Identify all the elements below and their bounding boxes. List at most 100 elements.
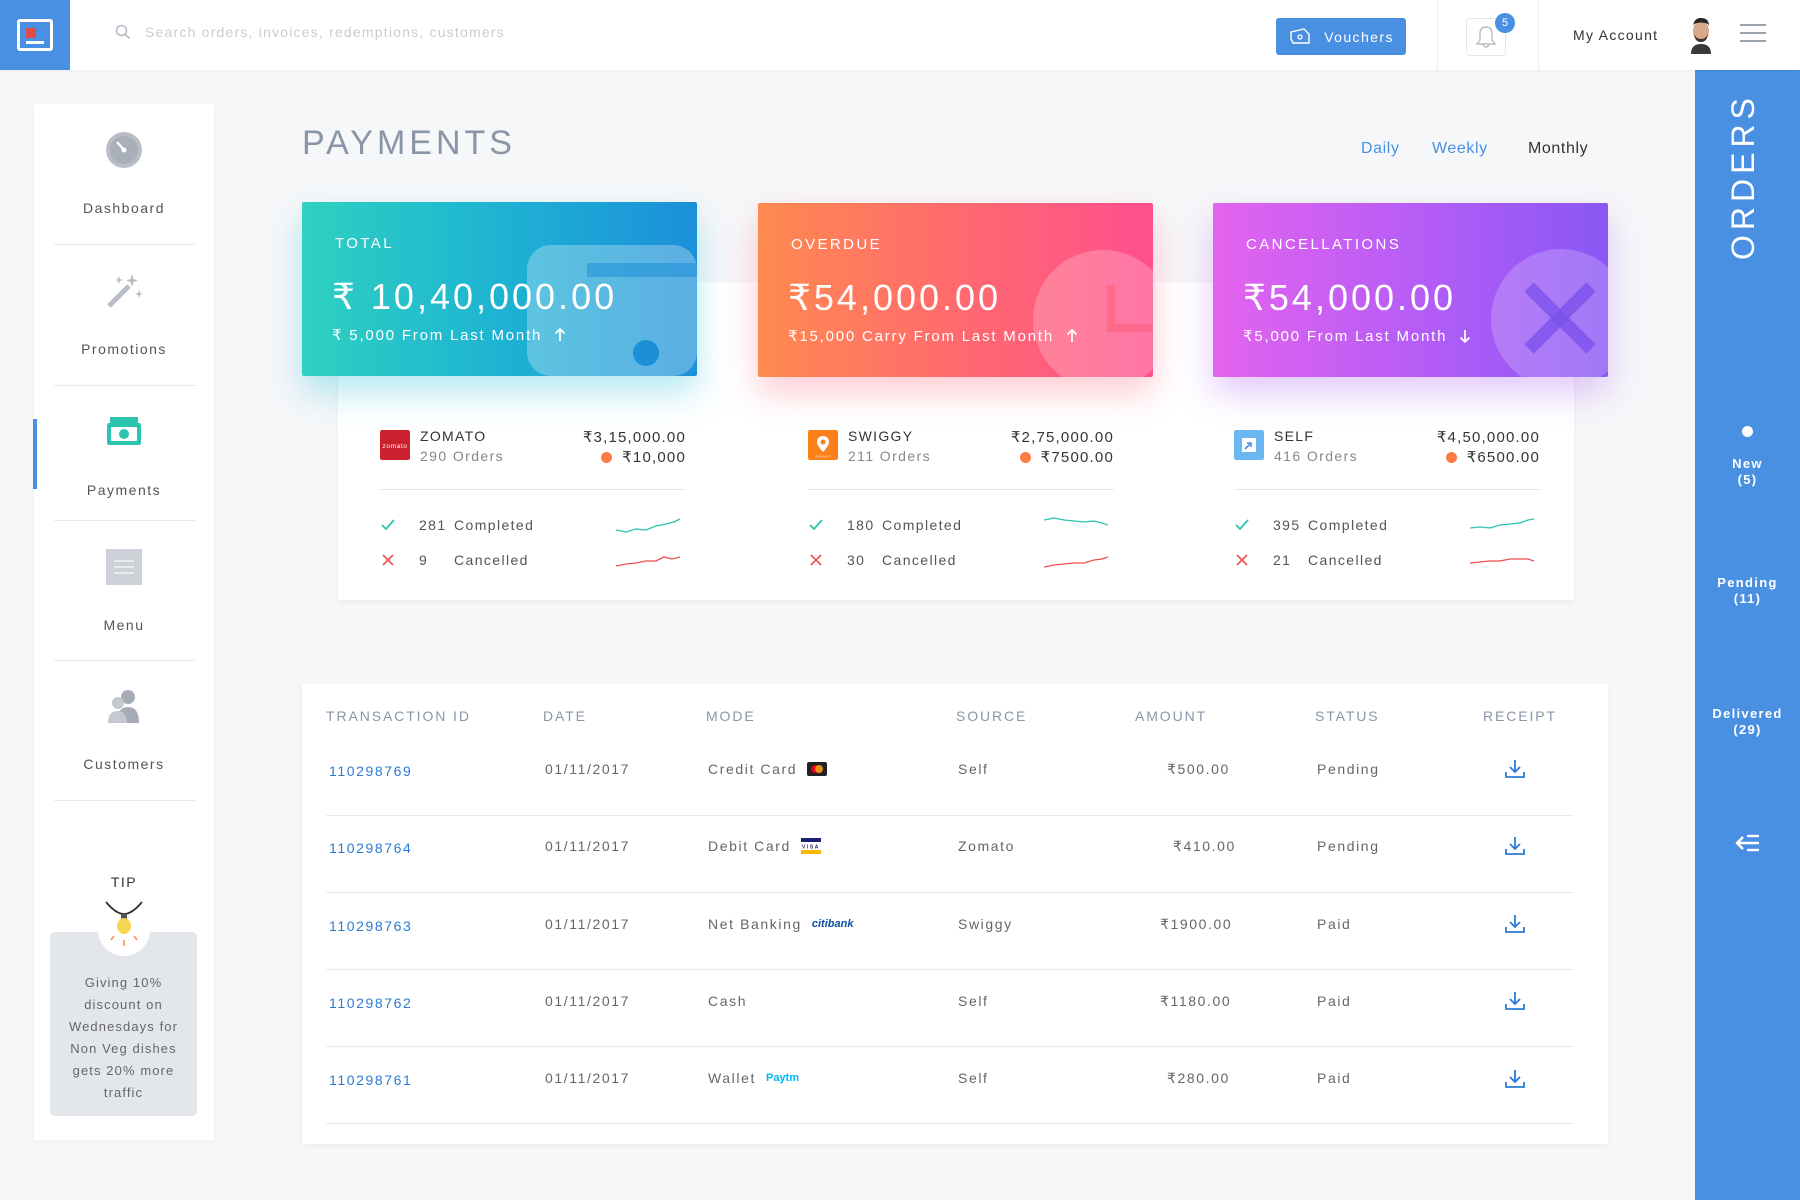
check-icon [809,519,823,531]
table-row[interactable]: 110298761 01/11/2017 Wallet Paytm Self ₹… [326,1047,1574,1124]
card-value: ₹ 10,40,000.00 [332,276,618,317]
cancellations-card[interactable]: CANCELLATIONS ₹54,000.00 ₹5,000 From Las… [1213,203,1608,377]
download-receipt-icon[interactable] [1503,834,1527,858]
orders-item-label: Delivered [1712,706,1783,721]
row-mode: Wallet Paytm [708,1070,799,1086]
source-due: ₹10,000 [601,448,686,466]
topbar-divider [1437,0,1438,70]
table-row[interactable]: 110298763 01/11/2017 Net Banking citiban… [326,893,1574,970]
column-header[interactable]: TRANSACTION ID [326,708,471,724]
sidebar-item-promotions[interactable]: Promotions [34,245,214,385]
row-source: Self [958,761,989,777]
page-title: PAYMENTS [302,124,516,162]
orders-panel: ORDERS New (5) Pending (11) Delivered (2… [1695,70,1800,1200]
orders-title: ORDERS [1695,70,1800,390]
transaction-id-link[interactable]: 110298769 [329,763,412,779]
completed-label: Completed [1308,517,1389,533]
magic-wand-icon [104,271,144,311]
row-status: Pending [1317,761,1380,777]
row-date: 01/11/2017 [545,761,631,777]
cancelled-sparkline [1470,558,1534,564]
download-receipt-icon[interactable] [1503,1067,1527,1091]
column-header[interactable]: DATE [543,708,587,724]
period-tab-weekly[interactable]: Weekly [1432,140,1488,158]
hamburger-menu-icon[interactable] [1740,24,1766,44]
sidebar-item-dashboard[interactable]: Dashboard [34,104,214,244]
card-change: ₹5,000 From Last Month [1243,328,1448,345]
cancel-x-decoration [1491,249,1608,377]
source-due: ₹7500.00 [1019,448,1114,466]
citibank-icon: citibank [811,918,854,930]
card-subtext: ₹5,000 From Last Month [1243,327,1471,345]
arrow-up-icon [555,328,566,341]
period-tab-daily[interactable]: Daily [1361,140,1400,158]
column-header[interactable]: MODE [706,708,756,724]
search-icon [115,24,131,40]
period-tab-monthly[interactable]: Monthly [1528,140,1588,158]
table-row[interactable]: 110298762 01/11/2017 Cash Self ₹1180.00 … [326,970,1574,1047]
my-account-link[interactable]: My Account [1573,27,1658,43]
divider [380,489,686,490]
table-row[interactable]: 110298764 01/11/2017 Debit Card VISA Zom… [326,816,1574,893]
transaction-id-link[interactable]: 110298764 [329,840,412,856]
transaction-id-link[interactable]: 110298762 [329,995,412,1011]
search-input[interactable] [145,24,665,40]
card-value: ₹54,000.00 [1243,277,1457,318]
notifications-button[interactable]: 5 [1466,13,1515,56]
table-row[interactable]: 110298769 01/11/2017 Credit Card Self ₹5… [326,739,1574,816]
row-source: Zomato [958,838,1016,854]
sidebar-item-label: Dashboard [83,200,165,216]
completed-line: 281 Completed [380,514,686,540]
row-source: Self [958,1070,989,1086]
column-header[interactable]: STATUS [1315,708,1380,724]
row-status: Pending [1317,838,1380,854]
row-mode: Credit Card [708,761,828,777]
sidebar-item-label: Promotions [81,341,167,357]
sidebar-item-label: Payments [86,482,162,498]
cash-icon [104,412,144,452]
card-change: ₹15,000 Carry From Last Month [788,328,1054,345]
swiggy-logo: SWIGGY [808,430,838,460]
completed-count: 281 [419,517,447,533]
download-receipt-icon[interactable] [1503,912,1527,936]
transaction-id-link[interactable]: 110298761 [329,1072,412,1088]
source-orders: 416 Orders [1274,448,1359,464]
column-header[interactable]: RECEIPT [1483,708,1557,724]
check-icon [381,519,395,531]
card-label: CANCELLATIONS [1246,236,1402,253]
collapse-panel-icon[interactable] [1735,832,1761,854]
sidebar-item-customers[interactable]: Customers [34,660,214,800]
mode-label: Net Banking [708,916,802,932]
app-logo[interactable] [0,0,70,70]
orders-delivered[interactable]: Delivered (29) [1695,706,1800,738]
transaction-id-link[interactable]: 110298763 [329,918,412,934]
cancelled-count: 9 [419,552,429,568]
mode-label: Cash [708,993,748,1009]
column-header[interactable]: SOURCE [956,708,1027,724]
orders-pending[interactable]: Pending (11) [1695,575,1800,607]
avatar[interactable] [1684,14,1718,54]
row-date: 01/11/2017 [545,916,631,932]
source-orders: 211 Orders [848,448,931,464]
card-subtext: ₹15,000 Carry From Last Month [788,327,1078,345]
topbar-divider [1538,0,1539,70]
clock-decoration [1033,250,1153,377]
row-date: 01/11/2017 [545,1070,631,1086]
sidebar-item-menu[interactable]: Menu [34,521,214,661]
total-card[interactable]: TOTAL ₹ 10,40,000.00 ₹ 5,000 From Last M… [302,202,697,376]
sidebar-item-payments[interactable]: Payments [34,386,214,526]
tip-text: Giving 10% discount on Wednesdays for No… [68,975,179,1100]
arrow-up-icon [1066,329,1078,342]
download-receipt-icon[interactable] [1503,989,1527,1013]
orders-new[interactable]: New (5) [1695,456,1800,488]
source-orders: 290 Orders [420,448,505,464]
cancelled-count: 30 [847,552,866,568]
sidebar-item-label: Customers [83,756,165,772]
cancelled-sparkline [616,556,680,567]
vouchers-button[interactable]: Vouchers [1276,18,1406,55]
column-header[interactable]: AMOUNT [1135,708,1207,724]
completed-sparkline [1470,518,1534,529]
cancelled-label: Cancelled [1308,552,1383,568]
overdue-card[interactable]: OVERDUE ₹54,000.00 ₹15,000 Carry From La… [758,203,1153,377]
download-receipt-icon[interactable] [1503,757,1527,781]
